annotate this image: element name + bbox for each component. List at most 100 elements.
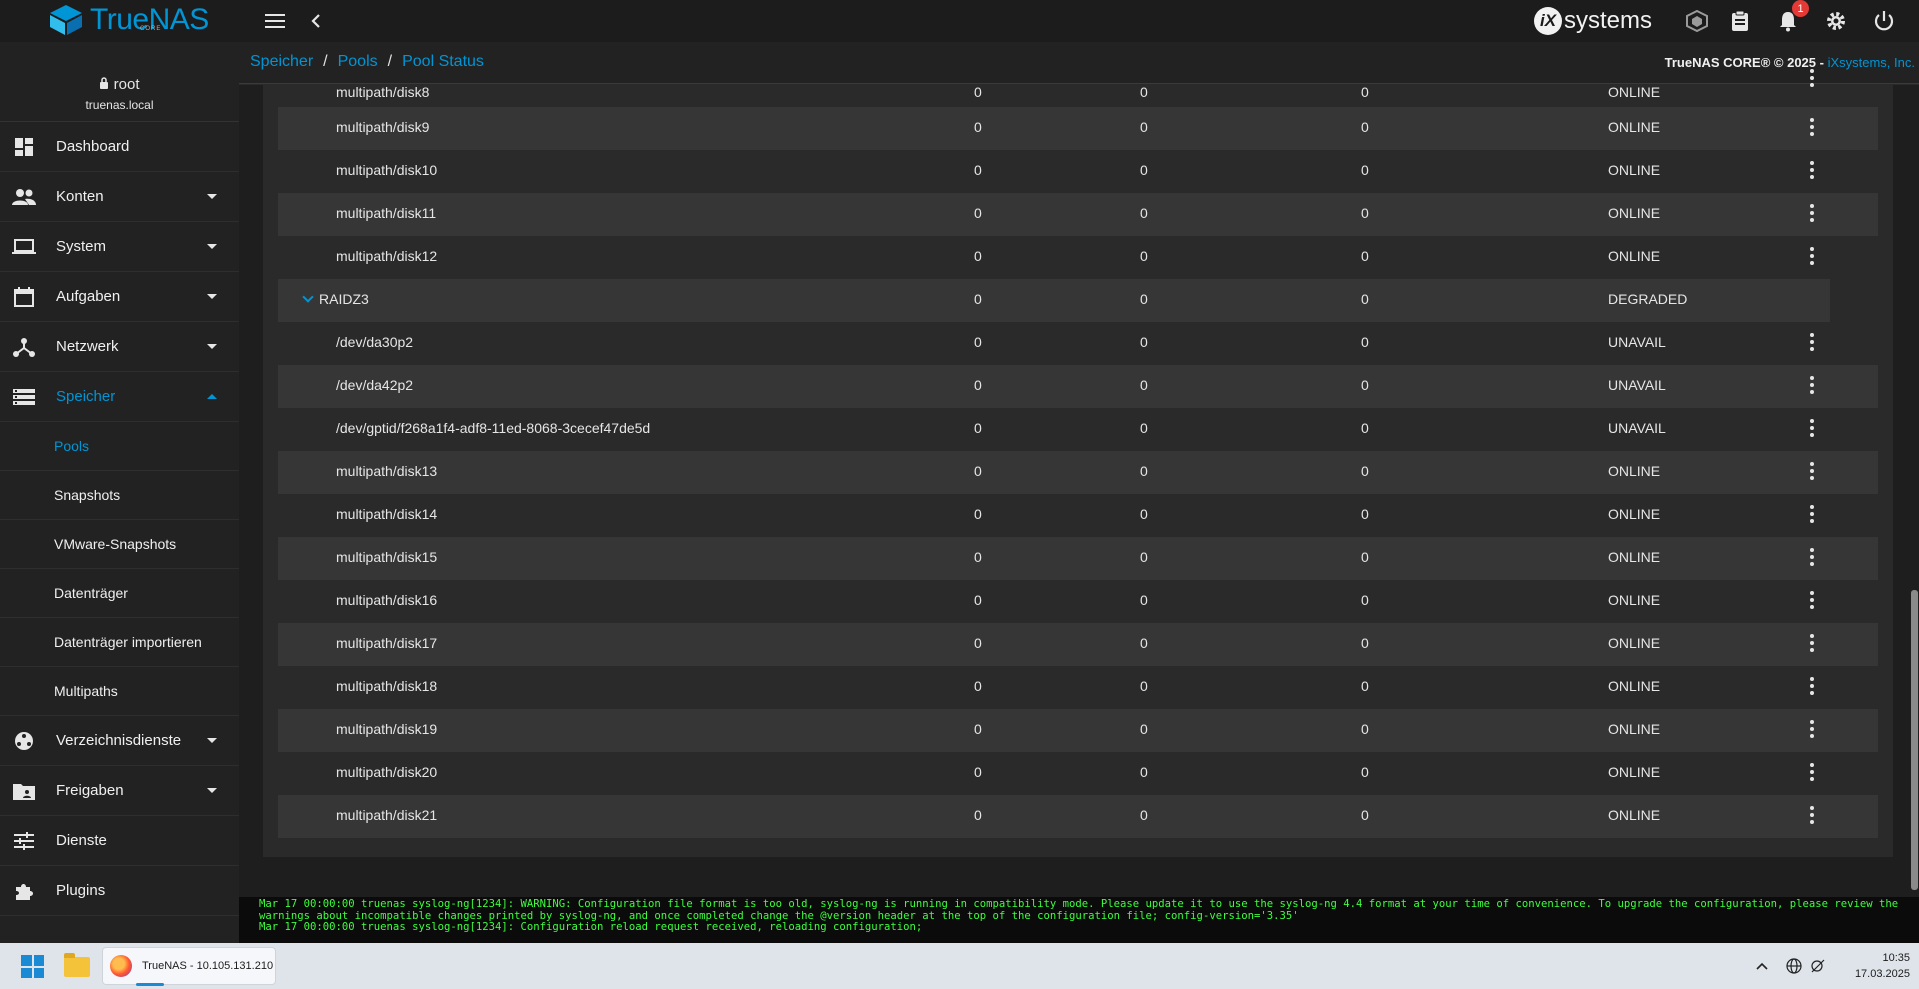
- chevron-up-icon[interactable]: [1755, 943, 1769, 989]
- windows-start-icon[interactable]: [21, 955, 44, 978]
- sidebar-item-speicher[interactable]: Speicher: [0, 372, 239, 422]
- device-name: multipath/disk15: [336, 549, 438, 565]
- sidebar-item-netzwerk[interactable]: Netzwerk: [0, 322, 239, 372]
- read-errors: 0: [974, 549, 982, 565]
- more-vert-icon[interactable]: [1806, 674, 1818, 698]
- breadcrumb-pools[interactable]: Pools: [338, 53, 378, 71]
- console-log: Mar 17 00:00:00 truenas syslog-ng[1234]:…: [259, 898, 1899, 933]
- more-vert-icon[interactable]: [1806, 416, 1818, 440]
- scrollbar-thumb[interactable]: [1911, 590, 1918, 890]
- write-errors: 0: [1140, 84, 1148, 100]
- read-errors: 0: [974, 807, 982, 823]
- more-vert-icon[interactable]: [1806, 588, 1818, 612]
- write-errors: 0: [1140, 377, 1148, 393]
- sidebar-item-plugins[interactable]: Plugins: [0, 866, 239, 916]
- chevron-left-icon[interactable]: [303, 8, 329, 34]
- sidebar-item-system[interactable]: System: [0, 222, 239, 272]
- sidebar-item-label: Freigaben: [56, 782, 124, 799]
- truecommand-icon[interactable]: [1684, 8, 1710, 34]
- gear-icon[interactable]: [1823, 8, 1849, 34]
- clipboard-icon[interactable]: [1727, 8, 1753, 34]
- write-errors: 0: [1140, 205, 1148, 221]
- more-vert-icon[interactable]: [1806, 115, 1818, 139]
- ixsystems-brand[interactable]: iX systems: [1534, 6, 1652, 36]
- more-vert-icon[interactable]: [1806, 545, 1818, 569]
- sidebar-item-dienste[interactable]: Dienste: [0, 816, 239, 866]
- checksum-errors: 0: [1361, 420, 1369, 436]
- device-status: ONLINE: [1608, 635, 1661, 651]
- more-vert-icon[interactable]: [1806, 66, 1818, 90]
- read-errors: 0: [974, 119, 982, 135]
- sidebar-item-verzeichnisdienste[interactable]: Verzeichnisdienste: [0, 716, 239, 766]
- sidebar-item-aufgaben[interactable]: Aufgaben: [0, 272, 239, 322]
- sidebar-item-label: Dienste: [56, 832, 107, 849]
- power-icon[interactable]: [1871, 8, 1897, 34]
- lock-icon: [99, 76, 113, 93]
- write-errors: 0: [1140, 635, 1148, 651]
- scrollbar-track[interactable]: [1910, 85, 1919, 897]
- device-name: /dev/da30p2: [336, 334, 414, 350]
- sidebar-item-freigaben[interactable]: Freigaben: [0, 766, 239, 816]
- sidebar-subitem-multipaths[interactable]: Multipaths: [0, 667, 239, 716]
- checksum-errors: 0: [1361, 635, 1369, 651]
- menu-icon[interactable]: [262, 8, 288, 34]
- dashboard-icon: [12, 135, 36, 159]
- caret-down-icon: [207, 788, 217, 793]
- sidebar-item-label: Konten: [56, 188, 104, 205]
- table-row: multipath/disk18 0 0 0 ONLINE: [278, 666, 1878, 709]
- write-errors: 0: [1140, 506, 1148, 522]
- sidebar-subitem-pools[interactable]: Pools: [0, 422, 239, 471]
- device-name: multipath/disk19: [336, 721, 438, 737]
- taskbar-window-title: TrueNAS - 10.105.131.210: [142, 960, 274, 972]
- sidebar-subitem-datentraeger[interactable]: Datenträger: [0, 569, 239, 618]
- more-vert-icon[interactable]: [1806, 201, 1818, 225]
- sidebar-item-konten[interactable]: Konten: [0, 172, 239, 222]
- more-vert-icon[interactable]: [1806, 330, 1818, 354]
- more-vert-icon[interactable]: [1806, 373, 1818, 397]
- file-explorer-icon[interactable]: [64, 953, 90, 977]
- checksum-errors: 0: [1361, 592, 1369, 608]
- sidebar-subitem-vmware-snapshots[interactable]: VMware-Snapshots: [0, 520, 239, 569]
- taskbar-firefox-truenas[interactable]: TrueNAS - 10.105.131.210: [102, 947, 276, 985]
- vdev-group-row[interactable]: RAIDZ3 0 0 0 DEGRADED: [278, 279, 1830, 322]
- device-status: ONLINE: [1608, 592, 1661, 608]
- more-vert-icon[interactable]: [1806, 760, 1818, 784]
- people-icon: [12, 185, 36, 209]
- table-row: multipath/disk13 0 0 0 ONLINE: [278, 451, 1878, 494]
- network-status-icon[interactable]: [1810, 943, 1826, 989]
- user-info: root truenas.local: [0, 42, 239, 122]
- write-errors: 0: [1140, 162, 1148, 178]
- checksum-errors: 0: [1361, 291, 1369, 307]
- more-vert-icon[interactable]: [1806, 631, 1818, 655]
- table-row: multipath/disk11 0 0 0 ONLINE: [278, 193, 1878, 236]
- sidebar-item-label: Dashboard: [56, 138, 130, 155]
- truenas-logo[interactable]: TrueNAS CORE: [48, 2, 238, 38]
- breadcrumb-speicher[interactable]: Speicher: [250, 53, 313, 71]
- more-vert-icon[interactable]: [1806, 502, 1818, 526]
- more-vert-icon[interactable]: [1806, 717, 1818, 741]
- sidebar-subitem-snapshots[interactable]: Snapshots: [0, 471, 239, 520]
- brand-text: systems: [1564, 7, 1653, 34]
- more-vert-icon[interactable]: [1806, 459, 1818, 483]
- sidebar-item-dashboard[interactable]: Dashboard: [0, 122, 239, 172]
- device-name: multipath/disk9: [336, 119, 430, 135]
- device-name: multipath/disk21: [336, 807, 438, 823]
- system-clock[interactable]: 10:35 17.03.2025: [1830, 950, 1910, 982]
- sidebar-item-label: Speicher: [56, 388, 116, 405]
- sidebar-item-label: Netzwerk: [56, 338, 119, 355]
- breadcrumb-pool-status[interactable]: Pool Status: [402, 53, 484, 71]
- chevron-down-icon[interactable]: [302, 291, 314, 303]
- breadcrumb-separator: /: [387, 53, 393, 70]
- more-vert-icon[interactable]: [1806, 244, 1818, 268]
- language-globe-icon[interactable]: [1786, 943, 1802, 989]
- table-row: multipath/disk16 0 0 0 ONLINE: [278, 580, 1878, 623]
- ixsystems-link[interactable]: iXsystems, Inc.: [1828, 55, 1915, 70]
- more-vert-icon[interactable]: [1806, 803, 1818, 827]
- checksum-errors: 0: [1361, 678, 1369, 694]
- table-row: multipath/disk21 0 0 0 ONLINE: [278, 795, 1878, 838]
- device-name: multipath/disk8: [336, 84, 430, 100]
- sidebar-subitem-datentraeger-importieren[interactable]: Datenträger importieren: [0, 618, 239, 667]
- logo-subtext: CORE: [140, 26, 162, 32]
- read-errors: 0: [974, 721, 982, 737]
- more-vert-icon[interactable]: [1806, 158, 1818, 182]
